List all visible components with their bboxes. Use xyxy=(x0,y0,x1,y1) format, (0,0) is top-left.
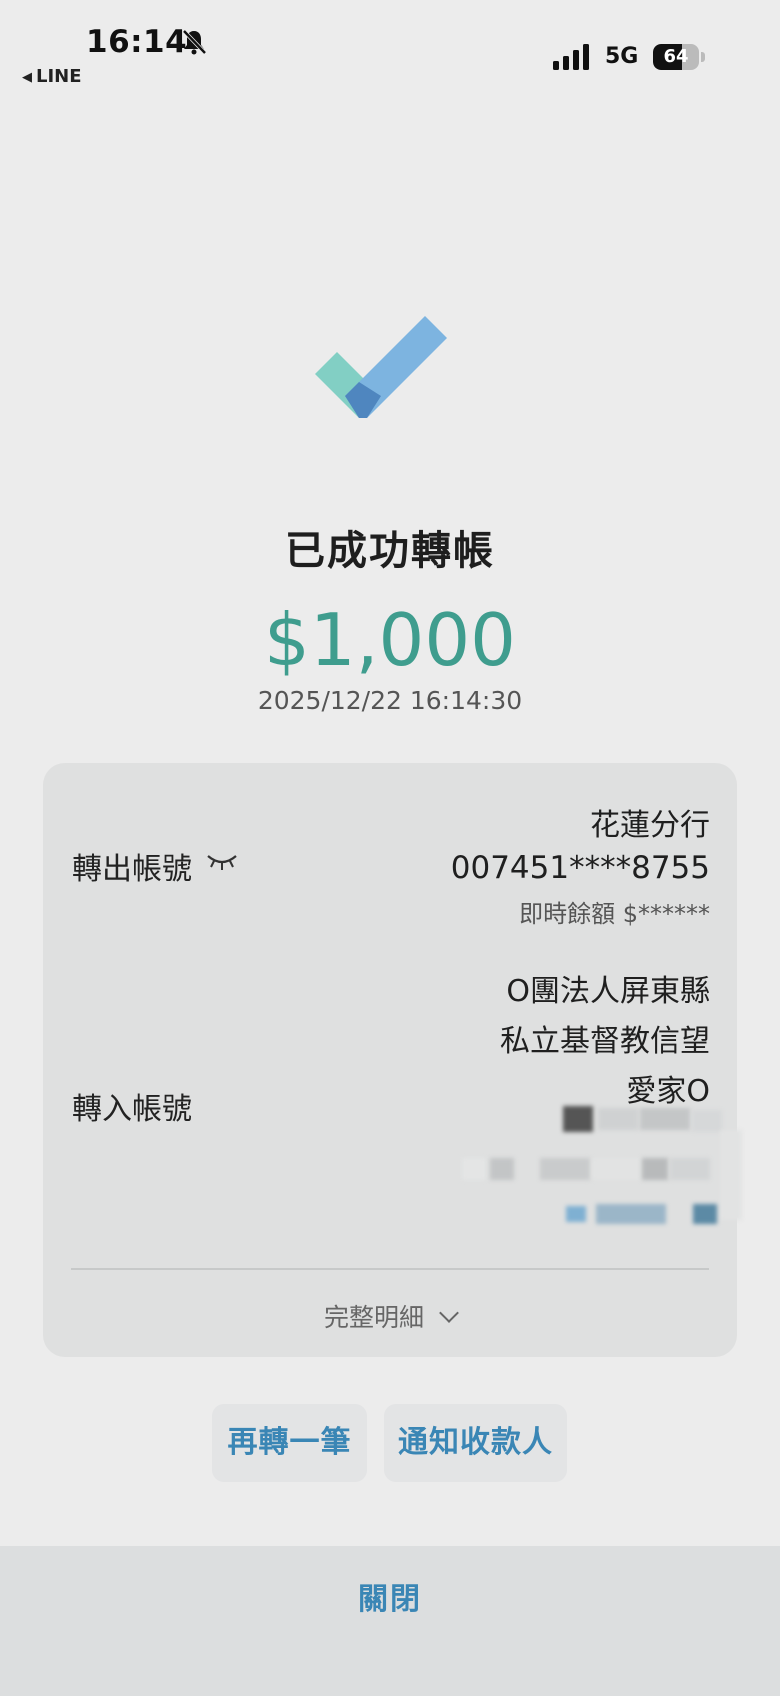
transfer-amount: $1,000 xyxy=(264,598,516,682)
from-account-number: 007451****8755 xyxy=(450,850,710,886)
signal-icon xyxy=(553,44,589,70)
transfer-datetime: 2025/12/22 16:14:30 xyxy=(257,686,523,715)
back-triangle-icon: ◀ xyxy=(22,70,32,85)
status-time: 16:14 xyxy=(86,24,188,60)
success-title: 已成功轉帳 xyxy=(285,528,495,574)
payee-name-line: O團法人屏東縣 xyxy=(506,974,710,1009)
battery-icon: 64 xyxy=(653,44,705,70)
back-app-label: LINE xyxy=(36,66,82,87)
transfer-again-button[interactable]: 再轉一筆 xyxy=(212,1404,367,1482)
battery-level: 64 xyxy=(663,46,689,67)
card-divider xyxy=(71,1268,709,1270)
to-account-label: 轉入帳號 xyxy=(72,1092,192,1127)
bell-slash-icon xyxy=(182,29,207,55)
eye-closed-icon[interactable] xyxy=(206,852,238,872)
back-to-app-button[interactable]: ◀ LINE xyxy=(22,66,82,87)
from-bank-name: 花蓮分行 xyxy=(590,808,710,843)
chevron-down-icon xyxy=(439,1303,459,1323)
notify-payee-button[interactable]: 通知收款人 xyxy=(384,1404,567,1482)
payee-name-line: 愛家O xyxy=(626,1074,710,1109)
payee-name-line: 私立基督教信望 xyxy=(500,1024,710,1059)
full-detail-toggle[interactable]: 完整明細 xyxy=(0,1298,780,1334)
network-label: 5G xyxy=(605,44,639,69)
bottom-bar xyxy=(0,1546,780,1696)
check-icon xyxy=(315,316,447,418)
from-balance: 即時餘額 $****** xyxy=(519,900,710,928)
full-detail-label: 完整明細 xyxy=(323,1303,424,1332)
close-button[interactable]: 關閉 xyxy=(0,1574,780,1618)
from-account-label: 轉出帳號 xyxy=(72,852,192,887)
